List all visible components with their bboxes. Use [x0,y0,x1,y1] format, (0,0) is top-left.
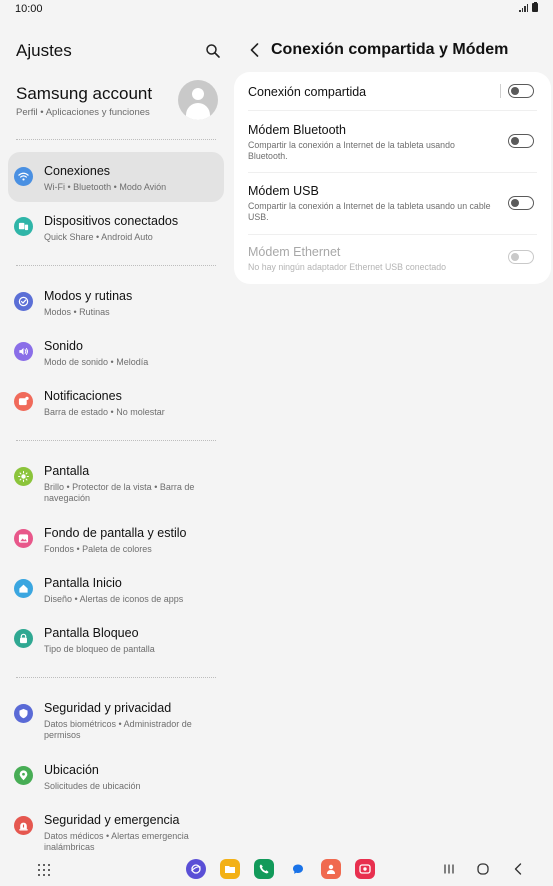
page-title: Ajustes [16,41,72,60]
item-label: Fondo de pantalla y estilo [44,526,187,540]
divider [16,265,216,266]
item-subtitle: Datos biométricos • Administrador de per… [44,719,192,740]
phone-app-icon[interactable] [254,859,274,879]
item-label: Seguridad y privacidad [44,701,172,715]
home-screen-icon [14,579,33,598]
back-button[interactable] [510,861,526,877]
avatar [178,80,218,120]
divider [16,139,216,140]
divider [16,440,216,441]
item-label: Sonido [44,339,83,353]
row-usb-tethering[interactable]: Módem USB Compartir la conexión a Intern… [248,173,537,234]
row-subtitle: Compartir la conexión a Internet de la t… [248,201,491,222]
wallpaper-icon [14,529,33,548]
back-arrow-icon[interactable] [247,41,263,59]
status-bar: 10:00 [0,0,553,18]
sidebar-item-lock-screen[interactable]: Pantalla Bloqueo Tipo de bloqueo de pant… [8,614,224,664]
item-subtitle: Tipo de bloqueo de pantalla [44,644,155,654]
row-label: Conexión compartida [248,85,367,99]
row-subtitle: Compartir la conexión a Internet de la t… [248,140,455,161]
settings-header: Ajustes [16,40,224,62]
messages-app-icon[interactable] [288,859,308,879]
sidebar-item-sound[interactable]: Sonido Modo de sonido • Melodía [8,327,224,377]
item-subtitle: Datos médicos • Alertas emergencia inalá… [44,831,189,852]
devices-icon [14,217,33,236]
row-label: Módem Ethernet [248,245,341,259]
status-time: 10:00 [15,3,43,15]
sidebar-item-wallpaper-style[interactable]: Fondo de pantalla y estilo Fondos • Pale… [8,514,224,564]
wifi-icon [14,167,33,186]
sidebar-item-security-privacy[interactable]: Seguridad y privacidad Datos biométricos… [8,689,224,740]
sidebar-item-location[interactable]: Ubicación Solicitudes de ubicación [8,751,224,801]
account-name: Samsung account [16,84,153,103]
row-hotspot[interactable]: Conexión compartida [248,72,537,110]
modes-icon [14,292,33,311]
item-subtitle: Brillo • Protector de la vista • Barra d… [44,482,195,503]
detail-title: Conexión compartida y Módem [271,41,509,58]
sidebar-item-display[interactable]: Pantalla Brillo • Protector de la vista … [8,452,224,503]
status-icons [519,1,538,12]
item-subtitle: Fondos • Paleta de colores [44,544,152,554]
row-label: Módem Bluetooth [248,123,346,137]
files-app-icon[interactable] [220,859,240,879]
internet-app-icon[interactable] [186,859,206,879]
item-label: Conexiones [44,164,111,178]
sidebar-item-home-screen[interactable]: Pantalla Inicio Diseño • Alertas de icon… [8,564,224,614]
row-subtitle: No hay ningún adaptador Ethernet USB con… [248,262,447,272]
sidebar-item-connected-devices[interactable]: Dispositivos conectados Quick Share • An… [8,202,224,252]
item-label: Pantalla Inicio [44,576,122,590]
signal-icon [519,3,528,12]
shield-icon [14,704,33,723]
row-divider [500,84,501,98]
item-subtitle: Quick Share • Android Auto [44,232,153,242]
item-subtitle: Wi-Fi • Bluetooth • Modo Avión [44,182,167,192]
notifications-icon [14,392,33,411]
ethernet-tethering-toggle [508,250,534,264]
item-subtitle: Barra de estado • No molestar [44,407,165,417]
battery-icon [532,1,538,12]
tethering-card: Conexión compartida Módem Bluetooth Comp… [234,72,551,284]
samsung-account[interactable]: Samsung account Perfil • Aplicaciones y … [16,78,224,128]
navigation-bar [0,852,553,886]
recent-apps-button[interactable] [441,861,457,877]
account-subtitle: Perfil • Aplicaciones y funciones [16,107,150,118]
item-label: Dispositivos conectados [44,214,179,228]
sound-icon [14,342,33,361]
contacts-app-icon[interactable] [321,859,341,879]
apps-grid-icon[interactable] [38,864,50,876]
item-subtitle: Solicitudes de ubicación [44,781,141,791]
item-label: Seguridad y emergencia [44,813,180,827]
usb-tethering-toggle[interactable] [508,196,534,210]
lock-icon [14,629,33,648]
row-bluetooth-tethering[interactable]: Módem Bluetooth Compartir la conexión a … [248,111,537,172]
sidebar-item-modes-routines[interactable]: Modos y rutinas Modos • Rutinas [8,277,224,327]
item-subtitle: Modos • Rutinas [44,307,110,317]
item-label: Modos y rutinas [44,289,133,303]
sidebar-item-connections[interactable]: Conexiones Wi-Fi • Bluetooth • Modo Avió… [8,152,224,202]
detail-header: Conexión compartida y Módem [247,40,547,62]
sidebar-item-notifications[interactable]: Notificaciones Barra de estado • No mole… [8,377,224,427]
search-icon[interactable] [202,40,224,62]
sidebar-item-safety-emergency[interactable]: Seguridad y emergencia Datos médicos • A… [8,801,224,852]
row-label: Módem USB [248,184,319,198]
row-ethernet-tethering: Módem Ethernet No hay ningún adaptador E… [248,235,537,284]
home-button[interactable] [475,861,491,877]
item-label: Notificaciones [44,389,122,403]
item-subtitle: Diseño • Alertas de iconos de apps [44,594,184,604]
item-label: Pantalla Bloqueo [44,626,139,640]
divider [16,677,216,678]
item-subtitle: Modo de sonido • Melodía [44,357,149,367]
screen-recorder-app-icon[interactable] [355,859,375,879]
item-label: Ubicación [44,763,99,777]
settings-list-panel: Ajustes Samsung account Perfil • Aplicac… [0,18,232,852]
bluetooth-tethering-toggle[interactable] [508,134,534,148]
item-label: Pantalla [44,464,90,478]
hotspot-toggle[interactable] [508,84,534,98]
emergency-icon [14,816,33,835]
display-icon [14,467,33,486]
location-icon [14,766,33,785]
